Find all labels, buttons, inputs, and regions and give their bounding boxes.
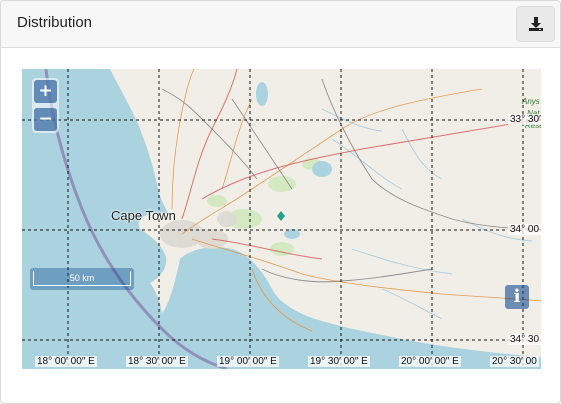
panel-header: Distribution (1, 1, 560, 48)
zoom-in-button[interactable]: + (34, 80, 57, 103)
map-base (22, 69, 541, 369)
scale-label: 50 km (33, 271, 131, 286)
edge-text-1: Anys (522, 97, 540, 106)
panel-title: Distribution (17, 14, 93, 31)
longitude-label-4: 19° 30′ 00″ E (308, 356, 370, 367)
download-button[interactable] (516, 6, 555, 42)
latitude-label-3: 34° 30 (508, 334, 541, 345)
longitude-label-5: 20° 00′ 00″ E (399, 356, 461, 367)
zoom-control: + − (32, 78, 59, 133)
zoom-out-button[interactable]: − (34, 108, 57, 131)
longitude-label-6: 20° 30′ 00 (490, 356, 539, 367)
download-icon (529, 17, 543, 31)
place-label-cape-town: Cape Town (111, 208, 176, 223)
longitude-label-2: 18° 30′ 00″ E (126, 356, 188, 367)
attribution-info-button[interactable]: i (505, 285, 529, 309)
distribution-map[interactable]: Anys Nat Rese Cape Town 33° 30′ 34° 00 3… (22, 69, 541, 369)
latitude-label-1: 33° 30′ (508, 114, 541, 125)
longitude-label-3: 19° 00′ 00″ E (217, 356, 279, 367)
scale-bar: 50 km (30, 268, 134, 290)
longitude-label-1: 18° 00′ 00″ E (35, 356, 97, 367)
distribution-panel: Distribution Anys Res Cape Town 33° 30′ … (0, 0, 561, 404)
latitude-label-2: 34° 00 (508, 224, 541, 235)
